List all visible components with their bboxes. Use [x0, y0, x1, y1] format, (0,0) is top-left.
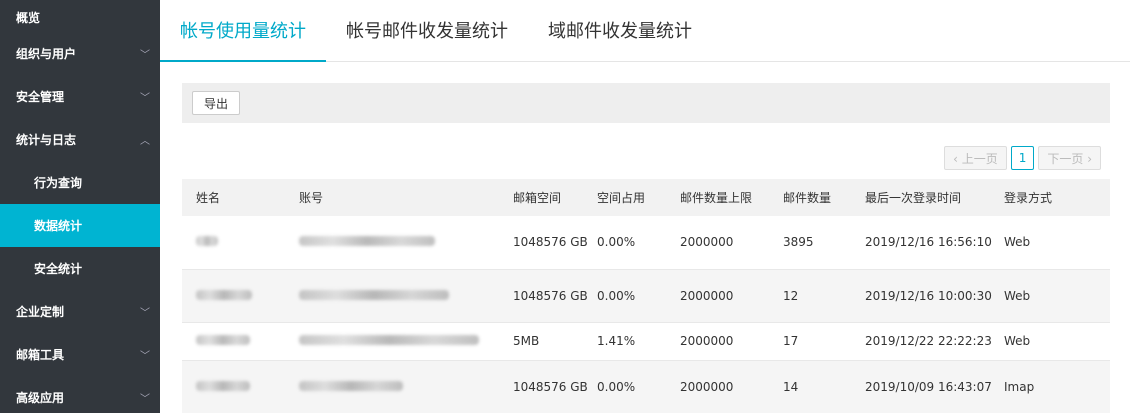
column-header[interactable]: 空间占用 [597, 179, 680, 216]
chevron-down-icon: ﹀ [140, 394, 150, 405]
cell-count: 17 [783, 322, 865, 361]
sidebar-item-mail-tools[interactable]: 邮箱工具 ﹀ [0, 333, 160, 376]
table-row[interactable]: 1048576 GB 0.00% 2000000 12 2019/12/16 1… [182, 269, 1110, 323]
cell-space: 1048576 GB [513, 269, 597, 323]
cell-limit: 2000000 [680, 216, 783, 270]
cell-space: 1048576 GB [513, 216, 597, 270]
redacted-name [196, 380, 250, 391]
sidebar-item-label: 企业定制 [16, 305, 65, 319]
sidebar-item-label: 概览 [16, 11, 41, 25]
cell-count: 3895 [783, 216, 865, 270]
tab-domain-mail-volume[interactable]: 域邮件收发量统计 [528, 0, 712, 61]
cell-last-login: 2019/12/22 22:22:23 [865, 322, 1004, 361]
toolbar: 导出 [182, 83, 1110, 123]
chevron-down-icon: ﹀ [140, 93, 150, 104]
column-header[interactable]: 登录方式 [1004, 179, 1110, 216]
chevron-down-icon: ﹀ [140, 351, 150, 362]
column-header[interactable]: 邮件数量上限 [680, 179, 783, 216]
main-content: 帐号使用量统计 帐号邮件收发量统计 域邮件收发量统计 导出 ‹ 上一页 1 下一… [160, 0, 1130, 413]
sidebar-item-overview[interactable]: 概览 [0, 0, 160, 32]
sidebar-item-customization[interactable]: 企业定制 ﹀ [0, 290, 160, 333]
sidebar-item-label: 高级应用 [16, 391, 65, 405]
cell-usage: 0.00% [597, 269, 680, 323]
column-header[interactable]: 邮件数量 [783, 179, 865, 216]
sidebar-item-label: 邮箱工具 [16, 348, 65, 362]
cell-space: 5MB [513, 322, 597, 361]
redacted-account [299, 289, 449, 300]
prev-page-button[interactable]: ‹ 上一页 [944, 146, 1007, 170]
sidebar-item-advanced[interactable]: 高级应用 ﹀ [0, 376, 160, 413]
cell-limit: 2000000 [680, 360, 783, 413]
sidebar-item-label: 安全管理 [16, 90, 65, 104]
sidebar-item-label: 数据统计 [34, 219, 83, 233]
cell-usage: 1.41% [597, 322, 680, 361]
cell-usage: 0.00% [597, 216, 680, 270]
redacted-account [299, 335, 479, 345]
sidebar: 概览 组织与用户 ﹀ 安全管理 ﹀ 统计与日志 ︿ 行为查询 数据统计 安全统计… [0, 0, 160, 413]
tab-bar: 帐号使用量统计 帐号邮件收发量统计 域邮件收发量统计 [160, 0, 1130, 62]
tab-account-usage[interactable]: 帐号使用量统计 [160, 0, 326, 62]
sidebar-item-label: 组织与用户 [16, 47, 77, 61]
redacted-name [196, 236, 218, 247]
cell-limit: 2000000 [680, 269, 783, 323]
table-row[interactable]: 1048576 GB 0.00% 2000000 14 2019/10/09 1… [182, 360, 1110, 413]
cell-count: 12 [783, 269, 865, 323]
table-row[interactable]: 5MB 1.41% 2000000 17 2019/12/22 22:22:23… [182, 322, 1110, 361]
usage-table: 姓名 账号 邮箱空间 空间占用 邮件数量上限 邮件数量 最后一次登录时间 登录方… [182, 179, 1110, 413]
cell-login-method: Imap [1004, 360, 1110, 413]
table-row[interactable]: 1048576 GB 0.00% 2000000 3895 2019/12/16… [182, 216, 1110, 270]
cell-limit: 2000000 [680, 322, 783, 361]
chevron-up-icon: ︿ [140, 136, 150, 147]
cell-last-login: 2019/12/16 16:56:10 [865, 216, 1004, 270]
redacted-account [299, 236, 435, 247]
cell-last-login: 2019/10/09 16:43:07 [865, 360, 1004, 413]
sidebar-item-security-stats[interactable]: 安全统计 [0, 247, 160, 290]
chevron-down-icon: ﹀ [140, 308, 150, 319]
cell-login-method: Web [1004, 216, 1110, 270]
pagination: ‹ 上一页 1 下一页 › [944, 146, 1101, 170]
redacted-name [196, 289, 252, 300]
sidebar-item-label: 统计与日志 [16, 133, 77, 147]
cell-usage: 0.00% [597, 360, 680, 413]
column-header[interactable]: 账号 [299, 179, 513, 216]
sidebar-item-behavior-query[interactable]: 行为查询 [0, 161, 160, 204]
sidebar-item-stats-logs[interactable]: 统计与日志 ︿ [0, 118, 160, 161]
tab-account-mail-volume[interactable]: 帐号邮件收发量统计 [326, 0, 528, 61]
sidebar-item-label: 安全统计 [34, 262, 83, 276]
cell-last-login: 2019/12/16 10:00:30 [865, 269, 1004, 323]
cell-login-method: Web [1004, 269, 1110, 323]
page-number-button[interactable]: 1 [1010, 146, 1035, 170]
redacted-name [196, 335, 250, 345]
redacted-account [299, 380, 403, 391]
cell-count: 14 [783, 360, 865, 413]
table-header-row: 姓名 账号 邮箱空间 空间占用 邮件数量上限 邮件数量 最后一次登录时间 登录方… [182, 179, 1110, 216]
sidebar-item-label: 行为查询 [34, 176, 83, 190]
export-button[interactable]: 导出 [192, 91, 241, 115]
cell-login-method: Web [1004, 322, 1110, 361]
sidebar-item-security-mgmt[interactable]: 安全管理 ﹀ [0, 75, 160, 118]
next-page-button[interactable]: 下一页 › [1038, 146, 1101, 170]
cell-space: 1048576 GB [513, 360, 597, 413]
app-root: 概览 组织与用户 ﹀ 安全管理 ﹀ 统计与日志 ︿ 行为查询 数据统计 安全统计… [0, 0, 1130, 413]
column-header[interactable]: 邮箱空间 [513, 179, 597, 216]
sidebar-item-org-users[interactable]: 组织与用户 ﹀ [0, 32, 160, 75]
sidebar-item-data-stats[interactable]: 数据统计 [0, 204, 160, 247]
column-header[interactable]: 最后一次登录时间 [865, 179, 1004, 216]
column-header[interactable]: 姓名 [182, 179, 299, 216]
chevron-down-icon: ﹀ [140, 50, 150, 61]
